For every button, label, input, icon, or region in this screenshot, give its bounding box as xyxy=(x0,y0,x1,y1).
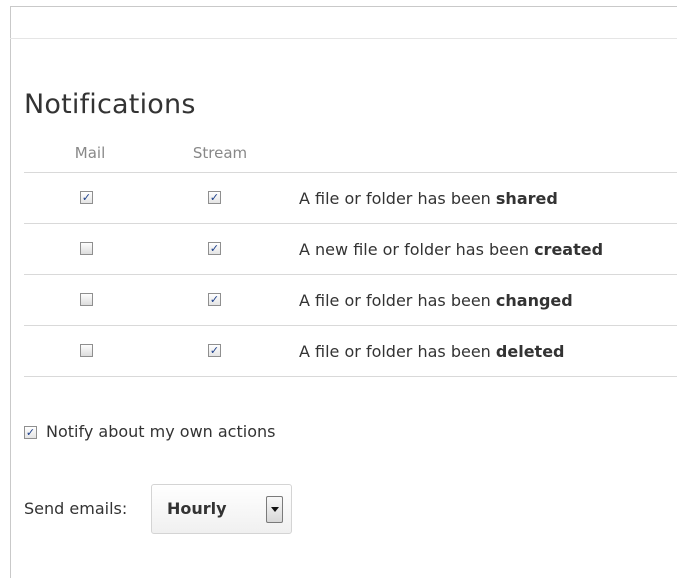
notification-label-changed: A file or folder has been changed xyxy=(299,291,573,310)
column-header-mail: Mail xyxy=(74,144,106,162)
section-title: Notifications xyxy=(24,89,196,120)
notification-row-changed: ✓ ✓ A file or folder has been changed xyxy=(24,274,677,325)
checkmark-icon: ✓ xyxy=(209,242,220,255)
notification-label-deleted: A file or folder has been deleted xyxy=(299,342,565,361)
stream-checkbox-created[interactable]: ✓ xyxy=(208,242,221,255)
own-actions-label[interactable]: Notify about my own actions xyxy=(46,422,275,442)
notification-row-deleted: ✓ ✓ A file or folder has been deleted xyxy=(24,325,677,377)
send-emails-label: Send emails: xyxy=(24,499,128,518)
mail-checkbox-shared[interactable]: ✓ xyxy=(80,191,93,204)
notification-row-shared: ✓ ✓ A file or folder has been shared xyxy=(24,172,677,223)
notification-row-created: ✓ ✓ A new file or folder has been create… xyxy=(24,223,677,274)
checkmark-icon: ✓ xyxy=(81,191,92,204)
chevron-down-icon[interactable] xyxy=(266,496,283,523)
checkmark-icon: ✓ xyxy=(209,344,220,357)
mail-checkbox-created[interactable]: ✓ xyxy=(80,242,93,255)
notification-label-created: A new file or folder has been created xyxy=(299,240,604,259)
checkmark-icon: ✓ xyxy=(25,426,36,439)
top-divider xyxy=(10,38,677,39)
stream-checkbox-changed[interactable]: ✓ xyxy=(208,293,221,306)
notification-label-shared: A file or folder has been shared xyxy=(299,189,558,208)
column-header-stream: Stream xyxy=(192,144,248,162)
own-actions-checkbox[interactable]: ✓ xyxy=(24,426,37,439)
stream-checkbox-deleted[interactable]: ✓ xyxy=(208,344,221,357)
send-emails-select[interactable]: Hourly xyxy=(151,484,292,534)
checkmark-icon: ✓ xyxy=(209,191,220,204)
mail-checkbox-changed[interactable]: ✓ xyxy=(80,293,93,306)
mail-checkbox-deleted[interactable]: ✓ xyxy=(80,344,93,357)
stream-checkbox-shared[interactable]: ✓ xyxy=(208,191,221,204)
send-emails-value: Hourly xyxy=(167,499,227,518)
checkmark-icon: ✓ xyxy=(209,293,220,306)
